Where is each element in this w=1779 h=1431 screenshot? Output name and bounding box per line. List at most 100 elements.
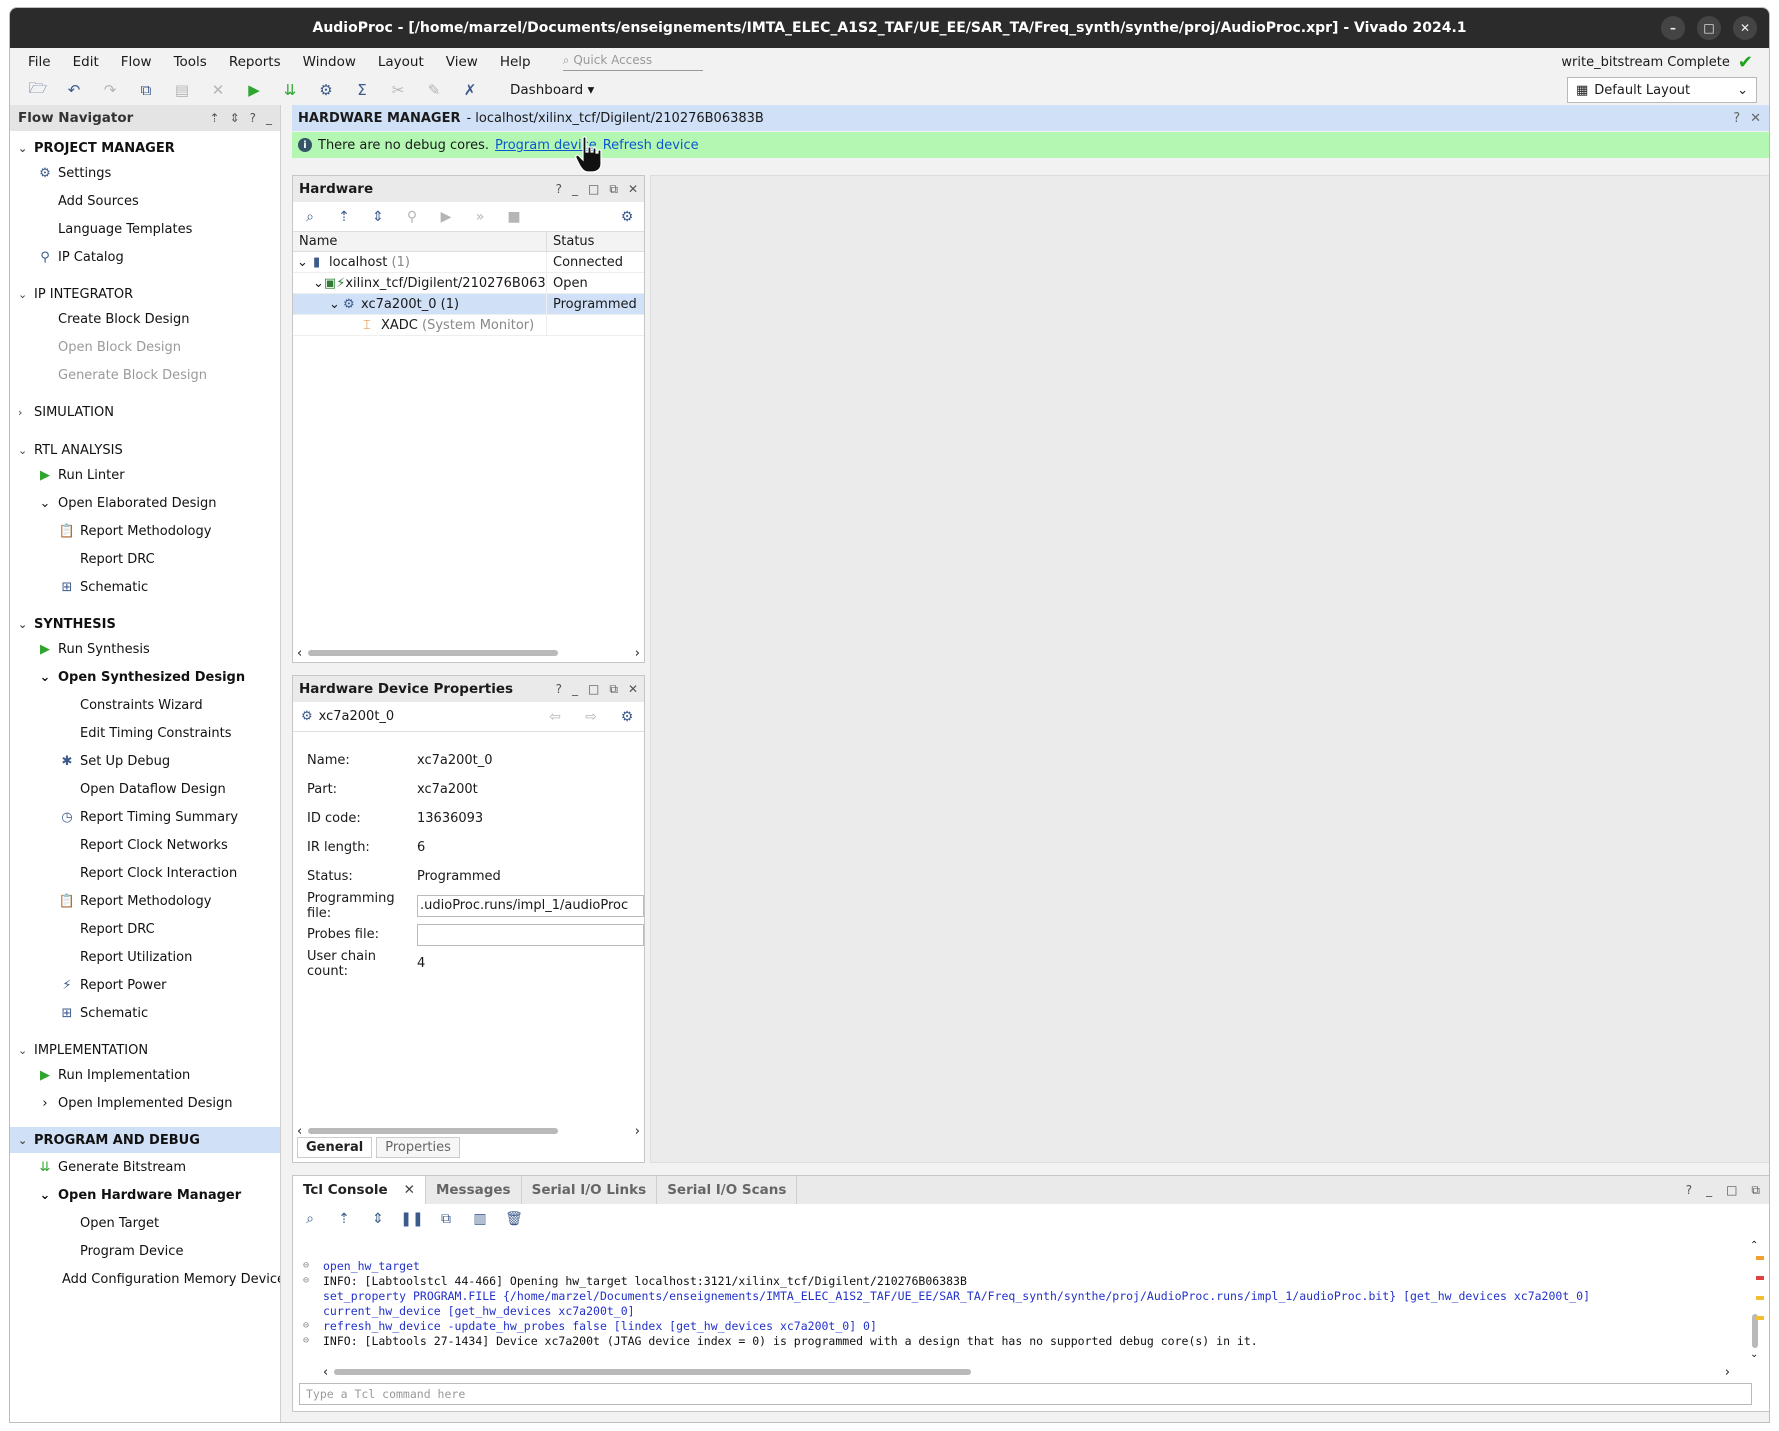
gear-icon[interactable]: ⚙: [618, 708, 636, 726]
maximize-icon[interactable]: □: [1697, 16, 1721, 40]
columns-icon[interactable]: ▥: [471, 1210, 489, 1228]
section-project-manager[interactable]: ⌄ PROJECT MANAGER: [10, 137, 280, 159]
help-icon[interactable]: ?: [250, 111, 256, 125]
expand-all-icon[interactable]: ⇕: [230, 111, 240, 125]
scroll-left-icon[interactable]: ‹: [323, 1365, 328, 1380]
section-ip-integrator[interactable]: ⌄ IP INTEGRATOR: [10, 283, 280, 305]
section-synthesis[interactable]: ⌄ SYNTHESIS: [10, 613, 280, 635]
nav-language-templates[interactable]: Language Templates: [10, 215, 280, 243]
tab-serial-io-scans[interactable]: Serial I/O Scans: [657, 1176, 798, 1204]
fold-icon[interactable]: ⊖: [303, 1260, 323, 1271]
console-horizontal-scrollbar[interactable]: ‹ ›: [323, 1365, 1730, 1380]
close-icon[interactable]: ✕: [1733, 16, 1757, 40]
nav-constraints-wizard[interactable]: Constraints Wizard: [10, 691, 280, 719]
nav-edit-timing-constraints[interactable]: Edit Timing Constraints: [10, 719, 280, 747]
gear-icon[interactable]: ⚙: [618, 208, 636, 226]
copy-icon[interactable]: ⧉: [136, 80, 156, 100]
open-project-icon[interactable]: 🗁: [28, 79, 48, 100]
nav-open-dataflow-design[interactable]: Open Dataflow Design: [10, 775, 280, 803]
sigma-icon[interactable]: Σ: [352, 80, 372, 100]
menu-file[interactable]: File: [28, 54, 51, 70]
nav-report-utilization[interactable]: Report Utilization: [10, 943, 280, 971]
collapse-all-icon[interactable]: ⇡: [335, 208, 353, 226]
nav-open-elaborated-design[interactable]: ⌄ Open Elaborated Design: [10, 489, 280, 517]
minimize-icon[interactable]: _: [1706, 1183, 1712, 1198]
section-simulation[interactable]: › SIMULATION: [10, 401, 280, 423]
horizontal-scrollbar[interactable]: ‹ ›: [297, 646, 640, 661]
help-icon[interactable]: ?: [556, 182, 562, 197]
refresh-device-link[interactable]: Refresh device: [603, 138, 699, 153]
nav-report-methodology[interactable]: 📋 Report Methodology: [10, 517, 280, 545]
menu-flow[interactable]: Flow: [121, 54, 152, 70]
nav-report-clock-interaction[interactable]: Report Clock Interaction: [10, 859, 280, 887]
expand-all-icon[interactable]: ⇕: [369, 1210, 387, 1228]
nav-open-synthesized-design[interactable]: ⌄ Open Synthesized Design: [10, 663, 280, 691]
tcl-command-input[interactable]: Type a Tcl command here: [299, 1383, 1752, 1405]
pause-icon[interactable]: ❚❚: [400, 1210, 423, 1228]
tab-properties[interactable]: Properties: [376, 1137, 460, 1158]
collapse-all-icon[interactable]: ⇡: [210, 111, 220, 125]
menu-view[interactable]: View: [446, 54, 478, 70]
nav-report-drc-synth[interactable]: Report DRC: [10, 915, 280, 943]
nav-run-linter[interactable]: ▶ Run Linter: [10, 461, 280, 489]
close-icon[interactable]: ✕: [628, 682, 638, 697]
menu-window[interactable]: Window: [303, 54, 356, 70]
program-icon[interactable]: ⇊: [280, 80, 300, 100]
minimize-icon[interactable]: –: [1661, 16, 1685, 40]
tab-general[interactable]: General: [297, 1137, 373, 1158]
tree-row-localhost[interactable]: ⌄ ▮ localhost (1) Connected: [293, 252, 644, 273]
menu-layout[interactable]: Layout: [378, 54, 424, 70]
nav-schematic-synth[interactable]: ⊞ Schematic: [10, 999, 280, 1027]
probes-file-field[interactable]: [417, 923, 644, 946]
nav-add-config-memory-device[interactable]: Add Configuration Memory Device: [10, 1265, 280, 1293]
menu-reports[interactable]: Reports: [229, 54, 281, 70]
settings-icon[interactable]: ⚙: [316, 80, 336, 100]
menu-edit[interactable]: Edit: [73, 54, 99, 70]
collapse-all-icon[interactable]: ⇡: [335, 1210, 353, 1228]
menu-help[interactable]: Help: [500, 54, 531, 70]
scroll-up-icon[interactable]: ⌃: [1750, 1240, 1758, 1251]
fold-icon[interactable]: ⊖: [303, 1320, 323, 1331]
dashboard-dropdown[interactable]: Dashboard ▾: [510, 82, 594, 98]
nav-open-block-design[interactable]: Open Block Design: [10, 333, 280, 361]
nav-report-methodology-synth[interactable]: 📋 Report Methodology: [10, 887, 280, 915]
float-icon[interactable]: ⧉: [1751, 1183, 1760, 1198]
nav-generate-bitstream[interactable]: ⇊ Generate Bitstream: [10, 1153, 280, 1181]
nav-open-hardware-manager[interactable]: ⌄ Open Hardware Manager: [10, 1181, 280, 1209]
layout-select[interactable]: ▦ Default Layout ⌄: [1567, 77, 1757, 103]
help-icon[interactable]: ?: [556, 682, 562, 697]
close-icon[interactable]: ✕: [628, 182, 638, 197]
float-icon[interactable]: ⧉: [609, 182, 618, 197]
search-icon[interactable]: ⌕: [301, 1210, 319, 1228]
tree-row-device[interactable]: ⌄ ⚙ xc7a200t_0 (1) Programmed: [293, 294, 644, 315]
trash-icon[interactable]: 🗑: [505, 1210, 523, 1228]
nav-schematic[interactable]: ⊞ Schematic: [10, 573, 280, 601]
run-trigger-icon[interactable]: ▶: [437, 208, 455, 226]
nav-report-timing-summary[interactable]: ◷ Report Timing Summary: [10, 803, 280, 831]
run-immediate-icon[interactable]: »: [471, 208, 489, 226]
redo-icon[interactable]: ↷: [100, 80, 120, 100]
programming-file-field[interactable]: .udioProc.runs/impl_1/audioProc: [417, 894, 644, 917]
section-rtl-analysis[interactable]: ⌄ RTL ANALYSIS: [10, 439, 280, 461]
nav-program-device[interactable]: Program Device: [10, 1237, 280, 1265]
tool-disabled-icon[interactable]: ✂: [388, 80, 408, 100]
float-icon[interactable]: ⧉: [609, 682, 618, 697]
nav-open-implemented-design[interactable]: › Open Implemented Design: [10, 1089, 280, 1117]
chevron-down-icon[interactable]: ⌄: [297, 255, 313, 270]
nav-run-synthesis[interactable]: ▶ Run Synthesis: [10, 635, 280, 663]
tab-messages[interactable]: Messages: [426, 1176, 522, 1204]
cancel-run-icon[interactable]: ✗: [460, 80, 480, 100]
scroll-down-icon[interactable]: ⌄: [1750, 1349, 1758, 1360]
search-icon[interactable]: ⌕: [301, 208, 319, 226]
scroll-right-icon[interactable]: ›: [1725, 1365, 1730, 1380]
nav-open-target[interactable]: Open Target: [10, 1209, 280, 1237]
undo-icon[interactable]: ↶: [64, 80, 84, 100]
chevron-down-icon[interactable]: ⌄: [329, 297, 343, 312]
fold-icon[interactable]: ⊖: [303, 1275, 323, 1286]
nav-report-clock-networks[interactable]: Report Clock Networks: [10, 831, 280, 859]
stop-icon[interactable]: ■: [505, 208, 523, 226]
minimize-icon[interactable]: _: [572, 182, 578, 197]
nav-report-power[interactable]: ⚡ Report Power: [10, 971, 280, 999]
close-icon[interactable]: ✕: [1750, 111, 1761, 126]
run-icon[interactable]: ▶: [244, 80, 264, 100]
